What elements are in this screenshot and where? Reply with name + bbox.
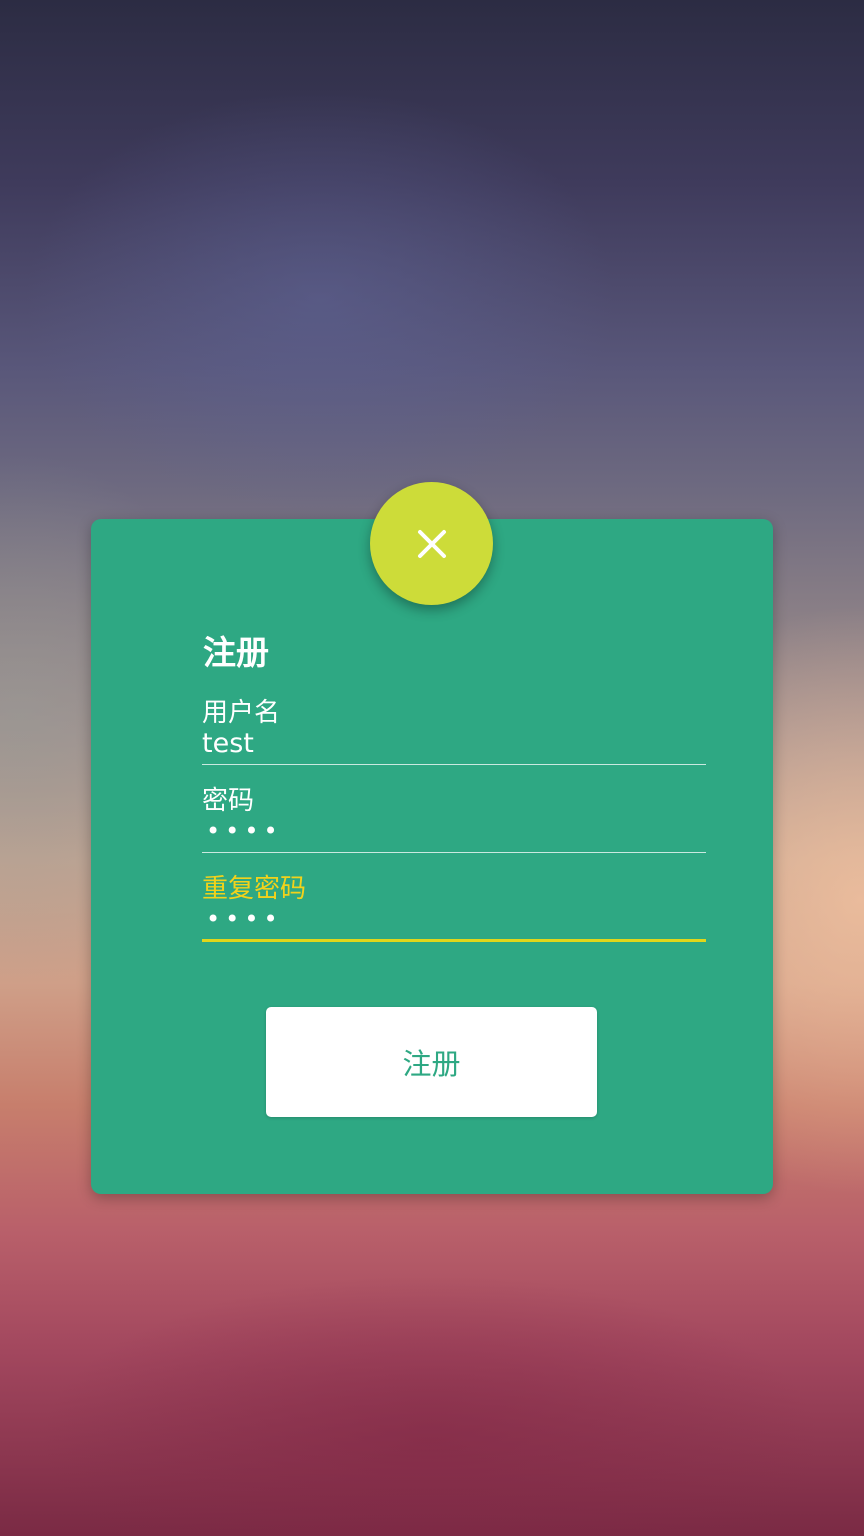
confirm-password-label: 重复密码 [202, 874, 307, 904]
register-screen: 注册 用户名 test 密码 •••• 重复密码 •••• 注册 [0, 0, 864, 1536]
username-label: 用户名 [202, 698, 281, 728]
password-value[interactable]: •••• [206, 819, 283, 843]
register-button[interactable]: 注册 [266, 1007, 597, 1117]
password-field[interactable]: 密码 •••• [202, 783, 706, 855]
username-value[interactable]: test [202, 728, 254, 760]
username-underline [202, 764, 706, 765]
confirm-password-field[interactable]: 重复密码 •••• [202, 871, 706, 943]
confirm-password-underline [202, 939, 706, 942]
password-label: 密码 [202, 786, 255, 816]
form-title: 注册 [203, 633, 269, 672]
close-icon [417, 529, 447, 559]
confirm-password-value[interactable]: •••• [206, 907, 283, 931]
username-field[interactable]: 用户名 test [202, 695, 706, 767]
close-button[interactable] [370, 482, 493, 605]
password-underline [202, 852, 706, 853]
register-card: 注册 用户名 test 密码 •••• 重复密码 •••• 注册 [91, 519, 773, 1194]
